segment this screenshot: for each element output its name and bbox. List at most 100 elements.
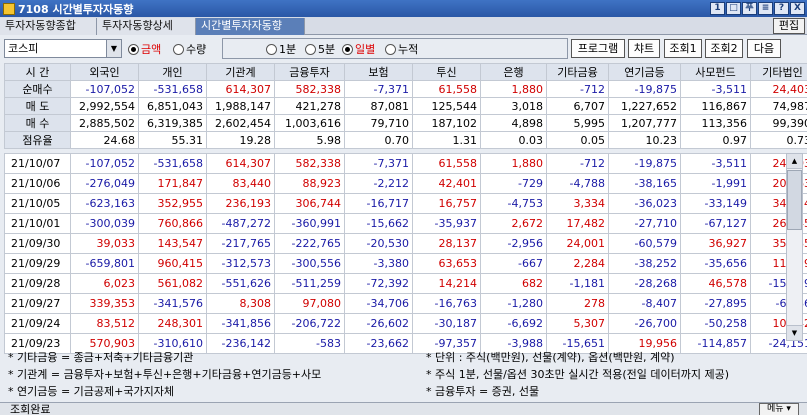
- summary-row: 매 도 2,992,554 6,851,043 1,988,147 421,278 87,…: [4, 97, 807, 115]
- summary-cell: 61,558: [412, 80, 481, 98]
- tab-investor-summary[interactable]: 투자자동향종합: [0, 18, 97, 35]
- chart-button[interactable]: 챠트: [628, 39, 660, 58]
- column-header[interactable]: 외국인: [70, 63, 139, 81]
- table-cell: -1,991: [680, 173, 751, 194]
- summary-row: 순매수 -107,052 -531,658 614,307 582,338 -7,371 6…: [4, 80, 807, 98]
- market-select[interactable]: 코스피 ▼: [4, 39, 122, 58]
- radio-dot-icon: [385, 43, 396, 55]
- note-left: * 기관계 = 금융투자+보험+투신+은행+기타금융+연기금등+사모: [8, 368, 322, 381]
- table-cell: 24,001: [546, 233, 609, 254]
- table-row[interactable]: 21/09/30 39,033 143,547 -217,765 -222,765 -20…: [4, 233, 807, 254]
- summary-cell: 614,307: [206, 80, 275, 98]
- table-row[interactable]: 21/09/28 6,023 561,082 -551,626 -511,259 -72,…: [4, 273, 807, 294]
- table-cell: 8,308: [206, 293, 275, 314]
- table-cell: -20,530: [344, 233, 413, 254]
- table-cell: -15,662: [344, 213, 413, 234]
- summary-cell: 24,403: [750, 80, 807, 98]
- summary-cell: 5,995: [546, 114, 609, 132]
- table-row[interactable]: 21/09/29 -659,801 960,415 -312,573 -300,556-…: [4, 253, 807, 274]
- window-control-button[interactable]: 푸: [742, 2, 757, 15]
- table-row[interactable]: 21/10/07 -107,052 -531,658 614,307 582,338 -7…: [4, 153, 807, 174]
- window-control-button[interactable]: X: [790, 2, 805, 15]
- summary-row: 점유율 24.68 55.31 19.28 5.98 0.70 1.31 0.03 0.05 10…: [4, 131, 807, 149]
- table-cell: -33,149: [680, 193, 751, 214]
- table-row[interactable]: 21/09/27 339,353 -341,576 8,308 97,080 -34,70…: [4, 293, 807, 314]
- window-control-button[interactable]: □: [726, 2, 741, 15]
- scroll-thumb[interactable]: [787, 170, 802, 230]
- column-header[interactable]: 기관계: [206, 63, 275, 81]
- scroll-down-icon[interactable]: ▼: [787, 325, 802, 340]
- table-cell: 614,307: [206, 153, 275, 174]
- column-header[interactable]: 개인: [138, 63, 207, 81]
- summary-cell: 6,319,385: [138, 114, 207, 132]
- table-cell: -222,765: [274, 233, 345, 254]
- table-cell: -38,252: [608, 253, 681, 274]
- radio-period-cumulative[interactable]: 누적: [385, 42, 418, 56]
- radio-dot-icon: [173, 43, 184, 55]
- summary-cell: 0.70: [344, 131, 413, 149]
- table-cell: 248,301: [138, 313, 207, 334]
- table-cell: -341,576: [138, 293, 207, 314]
- summary-cell: 4,898: [480, 114, 547, 132]
- radio-period-1min[interactable]: 1분: [266, 42, 296, 56]
- radio-period-label: 1분: [279, 43, 297, 56]
- table-cell: -35,656: [680, 253, 751, 274]
- row-date: 21/10/06: [4, 173, 71, 194]
- column-header[interactable]: 사모펀드: [680, 63, 751, 81]
- tab-hourly-investor[interactable]: 시간별투자자동향: [196, 18, 305, 35]
- window-control-button[interactable]: ?: [774, 2, 789, 15]
- table-row[interactable]: 21/10/05 -623,163 352,955 236,193 306,744 -16…: [4, 193, 807, 214]
- chevron-down-icon[interactable]: ▼: [106, 40, 121, 57]
- radio-dot-icon: [305, 43, 316, 55]
- summary-cell: 421,278: [274, 97, 345, 115]
- next-button[interactable]: 다음: [747, 39, 781, 58]
- window-controls: 1 □ 푸 ≡? X: [710, 2, 805, 15]
- table-cell: -26,700: [608, 313, 681, 334]
- table-cell: -19,875: [608, 153, 681, 174]
- table-cell: 3,334: [546, 193, 609, 214]
- table-cell: 16,757: [412, 193, 481, 214]
- query2-button[interactable]: 조회2: [705, 39, 743, 58]
- summary-cell: 1,880: [480, 80, 547, 98]
- vertical-scrollbar[interactable]: ▲ ▼: [786, 153, 803, 341]
- table-row[interactable]: 21/10/06 -276,049 171,847 83,440 88,923 -2,21…: [4, 173, 807, 194]
- window-control-button[interactable]: ≡: [758, 2, 773, 15]
- query1-button[interactable]: 조회1: [664, 39, 702, 58]
- column-header[interactable]: 시 간: [4, 63, 71, 81]
- note-right: * 금융투자 = 증권, 선물: [426, 385, 540, 398]
- summary-cell: 0.97: [680, 131, 751, 149]
- table-cell: 42,401: [412, 173, 481, 194]
- window-control-button[interactable]: 1: [710, 2, 725, 15]
- radio-quantity[interactable]: 수량: [173, 42, 206, 56]
- summary-cell: 187,102: [412, 114, 481, 132]
- radio-amount[interactable]: 금액: [128, 42, 161, 56]
- tab-investor-detail[interactable]: 투자자동향상세: [97, 18, 196, 35]
- table-cell: -487,272: [206, 213, 275, 234]
- radio-period-daily[interactable]: 일별: [342, 42, 375, 56]
- table-cell: -4,788: [546, 173, 609, 194]
- status-text: 조회완료: [10, 403, 51, 415]
- edit-button[interactable]: 편집: [773, 18, 805, 34]
- column-header[interactable]: 기타금융: [546, 63, 609, 81]
- column-header[interactable]: 금융투자: [274, 63, 345, 81]
- table-row[interactable]: 21/09/24 83,512 248,301 -341,856 -206,722 -26…: [4, 313, 807, 334]
- column-header[interactable]: 은행: [480, 63, 547, 81]
- column-header[interactable]: 기타법인: [750, 63, 807, 81]
- table-cell: -16,717: [344, 193, 413, 214]
- column-header[interactable]: 투신: [412, 63, 481, 81]
- summary-cell: 2,602,454: [206, 114, 275, 132]
- radio-period-5min[interactable]: 5분: [305, 42, 335, 56]
- column-header[interactable]: 연기금등: [608, 63, 681, 81]
- radio-quantity-label: 수량: [186, 43, 207, 56]
- scroll-up-icon[interactable]: ▲: [787, 154, 802, 169]
- table-row[interactable]: 21/10/01 -300,039 760,866 -487,272 -360,991-…: [4, 213, 807, 234]
- menu-button[interactable]: 메뉴 ▾: [759, 403, 799, 415]
- table-cell: 63,653: [412, 253, 481, 274]
- table-cell: 760,866: [138, 213, 207, 234]
- row-date: 21/09/28: [4, 273, 71, 294]
- row-date: 21/09/27: [4, 293, 71, 314]
- notes-area: * 기타금융 = 종금+저축+기타금융기관 * 기관계 = 금융투자+보험+투신…: [0, 345, 807, 401]
- column-header[interactable]: 보험: [344, 63, 413, 81]
- program-button[interactable]: 프로그램: [571, 39, 625, 58]
- summary-row-label: 매 수: [4, 114, 71, 132]
